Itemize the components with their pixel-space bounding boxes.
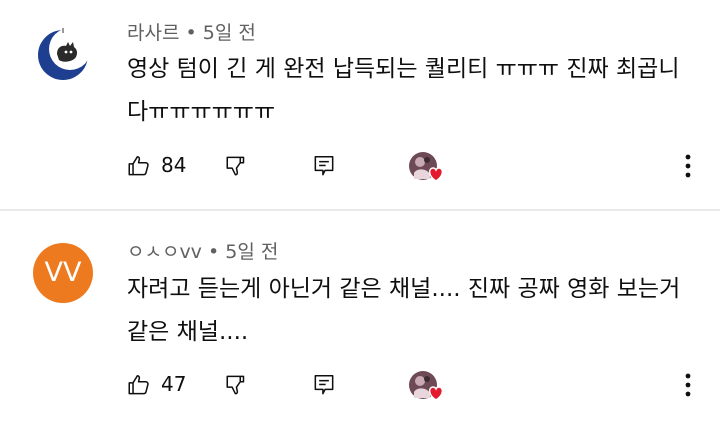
meta-separator: •	[185, 22, 197, 44]
author-name[interactable]: ㅇㅅㅇvv	[127, 241, 202, 263]
avatar-letters: VV	[44, 257, 82, 288]
comment-item: 라사르 • 5일 전 영상 텀이 긴 게 완전 납득되는 퀄리티 ㅠㅠㅠ 진짜 …	[0, 0, 720, 209]
more-vert-icon	[685, 373, 691, 397]
comment-text: 영상 텀이 긴 게 완전 납득되는 퀄리티 ㅠㅠㅠ 진짜 최곱니다ㅠㅠㅠㅠㅠㅠ	[127, 56, 680, 125]
more-options-button[interactable]	[676, 365, 700, 405]
creator-heart-icon	[408, 151, 446, 183]
comment-actions: 84	[0, 146, 720, 186]
comment-meta: ㅇㅅㅇvv • 5일 전	[127, 237, 278, 264]
avatar[interactable]: VV	[33, 243, 93, 303]
like-count: 47	[161, 372, 187, 396]
avatar[interactable]	[33, 24, 93, 84]
thumbs-up-icon	[128, 375, 149, 395]
comment-text: 자려고 듣는게 아닌거 같은 채널.... 진짜 공짜 영화 보는거 같은 채널…	[127, 276, 681, 345]
comment-time[interactable]: 5일 전	[203, 22, 256, 44]
thumbs-up-icon	[128, 156, 149, 176]
comment-meta: 라사르 • 5일 전	[127, 18, 256, 45]
meta-separator: •	[207, 241, 220, 263]
dislike-button[interactable]	[224, 365, 250, 405]
comment-time[interactable]: 5일 전	[225, 241, 278, 263]
more-vert-icon	[685, 154, 691, 178]
comment-actions: 47	[0, 365, 720, 405]
creator-heart-icon	[408, 370, 446, 402]
dislike-button[interactable]	[224, 146, 250, 186]
like-count: 84	[161, 153, 187, 177]
more-options-button[interactable]	[676, 146, 700, 186]
like-button[interactable]	[126, 146, 152, 186]
reply-button[interactable]	[311, 146, 337, 186]
thumbs-down-icon	[226, 156, 245, 176]
author-name[interactable]: 라사르	[127, 22, 179, 44]
reply-button[interactable]	[311, 365, 337, 405]
thumbs-down-icon	[226, 375, 245, 395]
reply-icon	[314, 156, 334, 176]
crescent-moon-cat-icon	[38, 28, 91, 80]
like-button[interactable]	[126, 365, 152, 405]
comment-item: VV ㅇㅅㅇvv • 5일 전 자려고 듣는게 아닌거 같은 채널.... 진짜…	[0, 211, 720, 437]
reply-icon	[314, 375, 334, 395]
